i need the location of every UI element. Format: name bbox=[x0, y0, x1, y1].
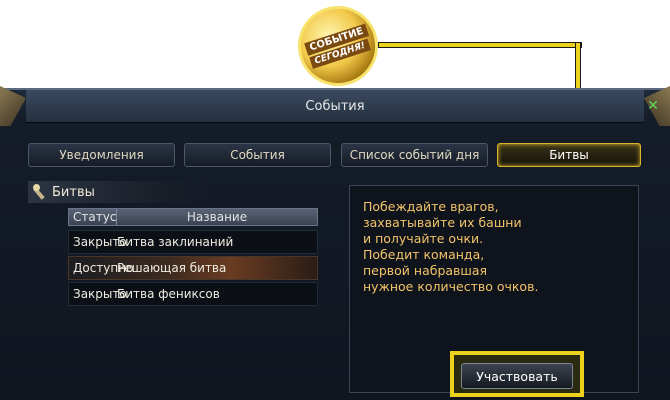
row-name: Битва фениксов bbox=[117, 287, 220, 301]
battle-description-text: Побеждайте врагов, захватывайте их башни… bbox=[363, 199, 539, 294]
window-title: События bbox=[305, 98, 365, 114]
row-name: Битва заклинаний bbox=[117, 235, 234, 249]
tab-events[interactable]: События bbox=[184, 143, 331, 167]
row-status: Закрыто bbox=[73, 235, 127, 249]
column-header-status[interactable]: Статус bbox=[69, 209, 117, 225]
event-today-badge: СОБЫТИЕ СЕГОДНЯ! bbox=[290, 0, 386, 94]
tab-notifications[interactable]: Уведомления bbox=[28, 143, 175, 167]
callout-line-horizontal bbox=[378, 42, 582, 48]
battles-section-header: Битвы bbox=[28, 181, 208, 203]
join-button[interactable]: Участвовать bbox=[461, 363, 573, 389]
table-row[interactable]: Закрыто Битва заклинаний bbox=[68, 230, 318, 254]
torch-icon bbox=[30, 183, 48, 201]
row-name: Решающая битва bbox=[117, 261, 227, 275]
section-label: Битвы bbox=[52, 184, 95, 200]
tab-battles[interactable]: Битвы bbox=[497, 143, 641, 167]
row-status: Закрыто bbox=[73, 287, 127, 301]
window-titlebar: События bbox=[26, 90, 644, 123]
battles-table-header: Статус Название bbox=[68, 208, 318, 226]
row-status: Доступно bbox=[73, 261, 134, 275]
table-row[interactable]: Закрыто Битва фениксов bbox=[68, 282, 318, 306]
column-header-name[interactable]: Название bbox=[117, 209, 317, 225]
tab-daily-events[interactable]: Список событий дня bbox=[341, 143, 488, 167]
close-icon[interactable]: ✕ bbox=[644, 97, 662, 115]
table-row-selected[interactable]: Доступно Решающая битва bbox=[68, 256, 318, 280]
